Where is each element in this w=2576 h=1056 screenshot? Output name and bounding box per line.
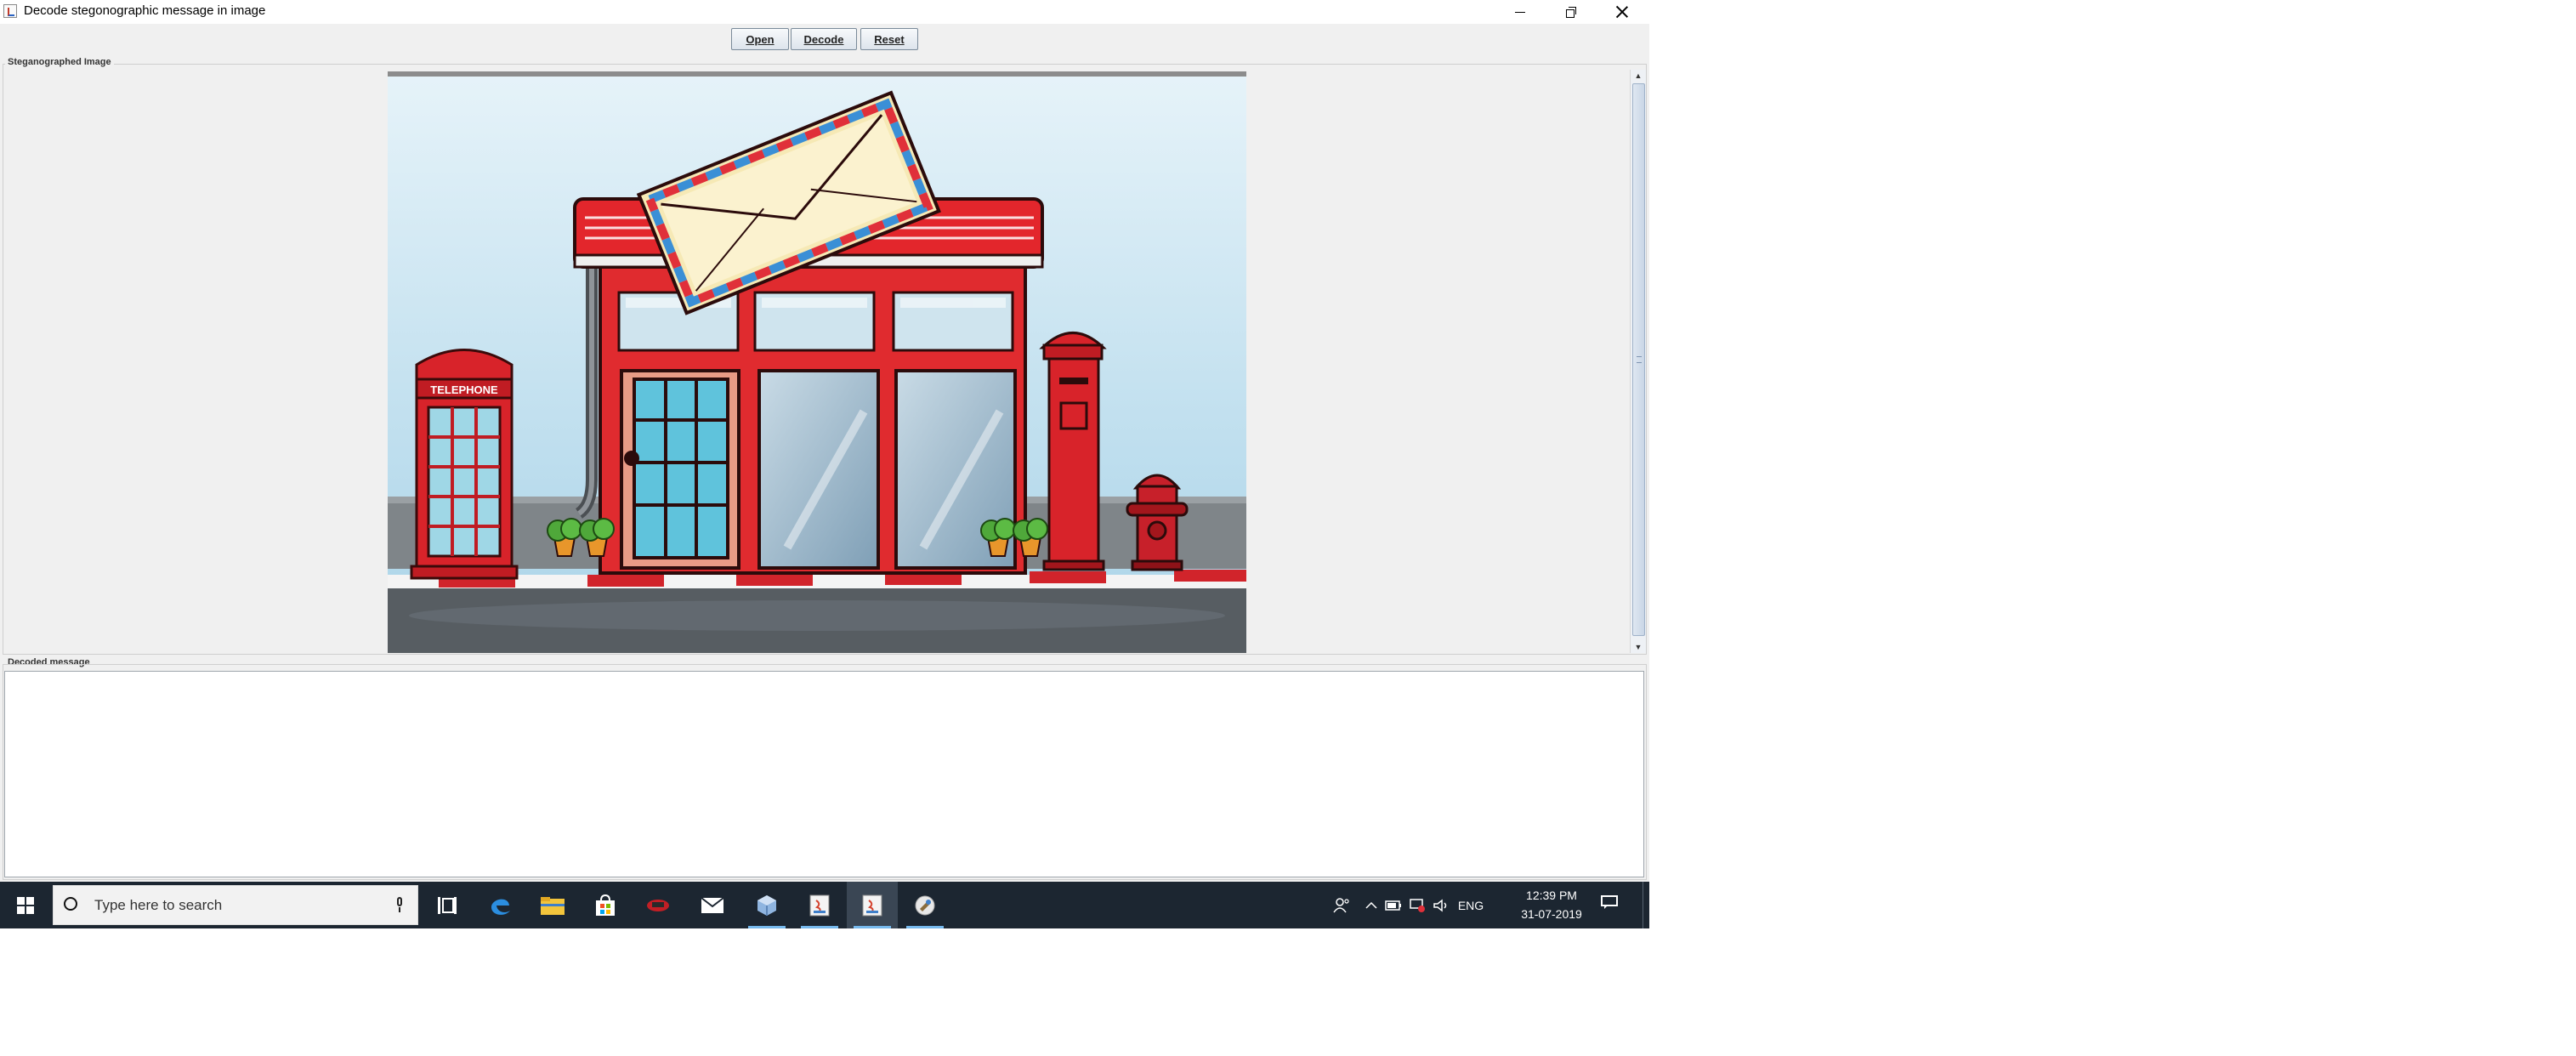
edge-icon [491,899,510,915]
edge-button[interactable] [474,882,525,928]
maximize-button[interactable] [1546,0,1597,24]
cortana-icon [64,897,77,911]
post-office-illustration: TELEPHONE [388,71,1246,653]
image-panel-title: Steganographed Image [5,57,114,67]
java-app-icon [862,894,882,916]
people-button[interactable] [1326,882,1357,928]
start-button[interactable] [0,882,51,928]
close-button[interactable] [1597,0,1648,24]
window-title: Decode stegonographic message in image [24,3,266,18]
show-hidden-icons-button[interactable] [1362,882,1381,928]
steganographed-image[interactable]: TELEPHONE [388,71,1246,653]
toolbar: Open Decode Reset [0,24,1649,58]
network-button[interactable] [1406,882,1428,928]
volume-button[interactable] [1430,882,1452,928]
title-bar[interactable]: Decode stegonographic message in image [0,0,1649,24]
application-window: Decode stegonographic message in image O… [0,0,1649,928]
store-icon [596,894,615,916]
java-app-button-1[interactable] [794,882,845,928]
java-app-icon [809,894,830,916]
post-box [1039,332,1107,571]
telephone-sign: TELEPHONE [430,383,498,396]
restore-icon [1566,7,1576,18]
scroll-thumb[interactable] [1632,83,1645,636]
decode-app-button[interactable] [899,882,950,928]
taskbar: Type here to search ENG 12:39 PM 31-07-2… [0,882,1649,928]
clock[interactable]: 12:39 PM 31-07-2019 [1505,886,1598,923]
mail-icon [701,896,724,913]
decode-button[interactable]: Decode [791,28,857,50]
volume-icon [1433,898,1447,912]
taskbar-search-box[interactable]: Type here to search [53,885,418,925]
grip-icon [1637,356,1642,363]
task-view-button[interactable] [422,882,473,928]
telephone-booth: TELEPHONE [410,349,519,580]
show-desktop-button[interactable] [1643,882,1649,928]
battery-icon [1385,900,1401,911]
reset-button[interactable]: Reset [860,28,918,50]
scroll-up-icon[interactable]: ▲ [1631,70,1646,82]
decode-app-icon [915,895,935,915]
java-app-icon [3,4,17,18]
chevron-up-icon [1365,901,1377,909]
people-icon [1333,897,1349,912]
java-app-button-2[interactable] [847,882,898,928]
search-placeholder: Type here to search [94,897,223,913]
red-app-icon [647,899,669,911]
file-explorer-icon [541,896,565,915]
battery-button[interactable] [1382,882,1404,928]
notification-icon[interactable] [1601,895,1620,911]
windows-logo-icon [17,896,34,914]
network-icon [1410,898,1425,912]
file-explorer-button[interactable] [527,882,578,928]
close-icon [1616,6,1628,18]
cube-app-icon [757,894,776,916]
decoded-message-textarea[interactable] [4,671,1644,877]
cube-app-button[interactable] [741,882,792,928]
fire-hydrant [1126,474,1189,571]
clock-time: 12:39 PM [1526,889,1577,902]
vertical-scrollbar[interactable]: ▲ ▼ [1630,70,1646,653]
mail-button[interactable] [687,882,738,928]
store-button[interactable] [580,882,631,928]
language-indicator[interactable]: ENG [1454,882,1488,928]
minimize-button[interactable] [1495,0,1546,24]
open-button[interactable]: Open [731,28,789,50]
microphone-icon[interactable] [395,897,404,914]
scroll-down-icon[interactable]: ▼ [1631,641,1646,653]
task-view-icon [438,896,457,914]
clock-date: 31-07-2019 [1521,907,1582,921]
red-app-button[interactable] [633,882,684,928]
minimize-icon [1515,11,1525,13]
